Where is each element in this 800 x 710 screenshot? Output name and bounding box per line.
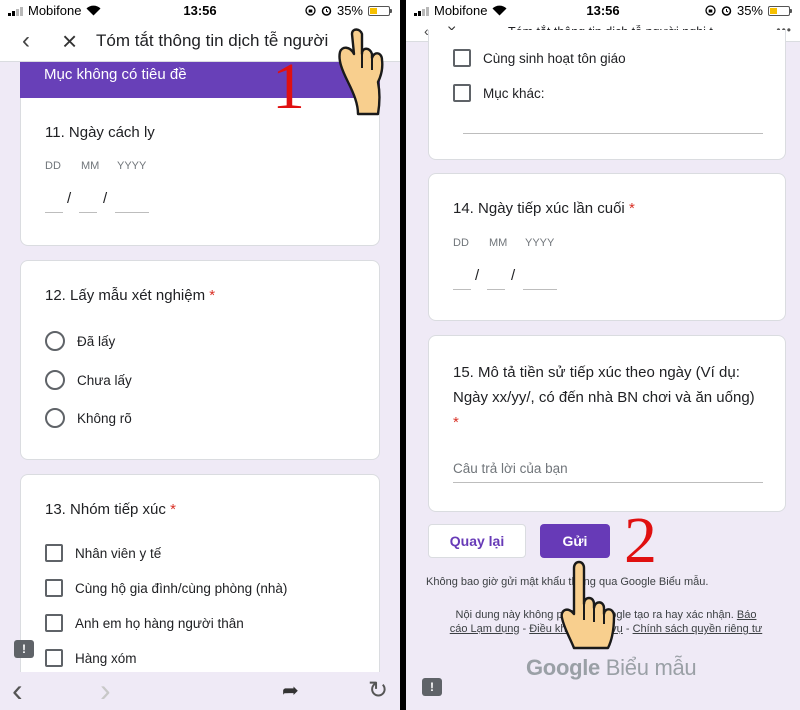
radio-button[interactable] <box>45 370 65 390</box>
alarm-icon <box>321 6 332 16</box>
checkbox[interactable] <box>45 649 63 667</box>
google-forms-logo: Google Biểu mẫu <box>526 655 697 680</box>
checkbox[interactable] <box>453 84 471 102</box>
date-separator: / <box>475 267 480 284</box>
checkbox[interactable] <box>45 614 63 632</box>
date-separator: / <box>103 190 108 207</box>
checkbox-option[interactable]: Cùng sinh hoạt tôn giáo <box>453 49 626 67</box>
question-title: 13. Nhóm tiếp xúc * <box>45 501 176 518</box>
pointing-hand-icon <box>338 28 384 116</box>
alarm-icon <box>721 6 732 16</box>
question-card-11: 11. Ngày cách ly DD MM YYYY / / <box>20 98 380 246</box>
feedback-icon[interactable]: ! <box>422 678 442 696</box>
year-input[interactable] <box>115 212 149 213</box>
section-header: Mục không có tiêu đề <box>20 62 380 98</box>
question-card-13-continued: Cùng sinh hoạt tôn giáo Mục khác: <box>428 30 786 160</box>
required-marker: * <box>453 414 459 431</box>
question-card-12: 12. Lấy mẫu xét nghiệm * Đã lấy Chưa lấy… <box>20 260 380 460</box>
forward-arrow-icon: › <box>100 672 111 708</box>
required-marker: * <box>628 200 635 217</box>
answer-underline <box>453 482 763 483</box>
day-input[interactable] <box>45 212 63 213</box>
feedback-icon[interactable]: ! <box>14 640 34 658</box>
question-title: 14. Ngày tiếp xúc lần cuối * <box>453 200 635 217</box>
day-label: DD <box>45 160 61 172</box>
radio-option[interactable]: Đã lấy <box>45 331 115 351</box>
page-title: Tóm tắt thông tin dịch tễ người <box>96 31 329 50</box>
checkbox-option[interactable]: Cùng hộ gia đình/cùng phòng (nhà) <box>45 579 287 597</box>
status-bar: Mobifone 13:56 35% <box>406 0 800 22</box>
radio-option[interactable]: Không rõ <box>45 408 132 428</box>
right-phone-screen: Mobifone 13:56 35% ‹ × Tóm tắt thông tin… <box>406 0 800 710</box>
year-label: YYYY <box>117 160 147 172</box>
share-icon[interactable]: ➦ <box>282 678 299 703</box>
orientation-lock-icon <box>305 5 316 16</box>
back-arrow-icon[interactable]: ‹ <box>12 672 23 709</box>
checkbox[interactable] <box>45 544 63 562</box>
back-button[interactable]: Quay lại <box>428 524 526 558</box>
submit-button[interactable]: Gửi <box>540 524 610 558</box>
month-input[interactable] <box>487 289 505 290</box>
orientation-lock-icon <box>705 5 716 16</box>
required-marker: * <box>209 287 216 304</box>
other-option-input[interactable] <box>463 133 763 134</box>
question-card-14: 14. Ngày tiếp xúc lần cuối * DD MM YYYY … <box>428 173 786 321</box>
reload-icon[interactable]: ↻ <box>368 676 388 705</box>
step-number-1: 1 <box>272 50 305 123</box>
browser-toolbar: ‹ › ➦ ↻ <box>0 672 400 710</box>
checkbox[interactable] <box>453 49 471 67</box>
chevron-left-icon[interactable]: ‹ <box>22 27 30 55</box>
month-label: MM <box>81 160 100 172</box>
month-label: MM <box>489 237 508 249</box>
question-title: 11. Ngày cách ly <box>45 124 155 141</box>
close-icon[interactable]: × <box>62 26 77 57</box>
radio-option[interactable]: Chưa lấy <box>45 370 132 390</box>
month-input[interactable] <box>79 212 97 213</box>
year-label: YYYY <box>525 237 555 249</box>
battery-icon <box>768 5 792 16</box>
checkbox[interactable] <box>45 579 63 597</box>
pointing-hand-icon <box>560 560 616 650</box>
year-input[interactable] <box>523 289 557 290</box>
privacy-link[interactable]: Chính sách quyền riêng tư <box>633 623 763 635</box>
checkbox-option[interactable]: Nhân viên y tế <box>45 544 161 562</box>
date-separator: / <box>511 267 516 284</box>
date-separator: / <box>67 190 72 207</box>
required-marker: * <box>170 501 176 518</box>
answer-input[interactable]: Câu trả lời của bạn <box>453 461 568 476</box>
checkbox-option[interactable]: Mục khác: <box>453 84 545 102</box>
question-card-13: 13. Nhóm tiếp xúc * Nhân viên y tế Cùng … <box>20 474 380 694</box>
radio-button[interactable] <box>45 331 65 351</box>
left-phone-screen: Mobifone 13:56 35% ‹ × Tóm tắt thông tin… <box>0 0 400 710</box>
radio-button[interactable] <box>45 408 65 428</box>
question-title: 15. Mô tả tiền sử tiếp xúc theo ngày (Ví… <box>453 364 755 431</box>
question-card-15: 15. Mô tả tiền sử tiếp xúc theo ngày (Ví… <box>428 335 786 512</box>
step-number-2: 2 <box>624 504 657 577</box>
day-input[interactable] <box>453 289 471 290</box>
battery-percent: 35% <box>736 3 763 18</box>
day-label: DD <box>453 237 469 249</box>
checkbox-option[interactable]: Anh em họ hàng người thân <box>45 614 244 632</box>
question-title: 12. Lấy mẫu xét nghiệm * <box>45 287 216 304</box>
checkbox-option[interactable]: Hàng xóm <box>45 649 137 667</box>
